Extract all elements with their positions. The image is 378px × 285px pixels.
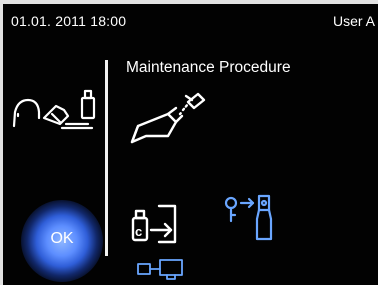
procedure-title: Maintenance Procedure <box>126 59 291 76</box>
device-screen: 01.01. 2011 18:00 User A Maintenance Pro… <box>3 4 378 285</box>
ok-button[interactable]: OK <box>21 200 103 282</box>
pc-connection-icon <box>136 258 192 282</box>
datetime: 01.01. 2011 18:00 <box>11 13 127 29</box>
ok-button-label: OK <box>50 230 74 247</box>
key-to-bottle-icon <box>221 191 285 247</box>
insert-cartridge-icon: c <box>129 200 187 250</box>
handpiece-spray-icon <box>128 92 208 148</box>
status-bar: 01.01. 2011 18:00 User A <box>3 4 378 34</box>
handpiece-maintenance-icon <box>8 86 104 136</box>
svg-text:c: c <box>135 224 142 239</box>
user-label: User A <box>332 13 375 29</box>
vertical-divider <box>105 60 108 256</box>
